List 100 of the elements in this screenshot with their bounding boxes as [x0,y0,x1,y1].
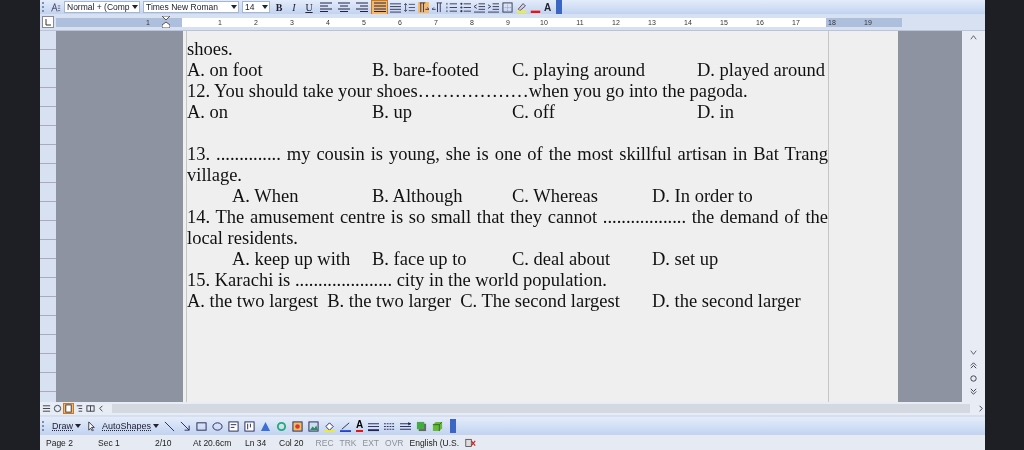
answer-option: C. off [512,102,697,123]
font-dropdown[interactable]: Times New Roman [143,1,239,13]
answer-option: A. on foot [187,60,372,81]
status-item: Page 2 [46,437,74,448]
answer-option: A. keep up with [232,249,372,270]
answer-option: D. played around [697,60,828,81]
caret-icon [153,423,160,429]
question-text: 15. Karachi is ..................... city in the world population. [187,270,608,291]
outline-view-icon[interactable] [75,404,84,413]
line-color-icon[interactable] [340,420,352,432]
ltr-icon[interactable] [418,1,429,13]
answer-option: C. playing around [512,60,697,81]
border-icon[interactable] [502,1,513,13]
increase-indent-icon[interactable] [488,1,499,13]
dash-style-icon[interactable] [384,420,396,432]
question-text: 14. The amusement centre is so small that they cannot .................. the demand of the local residents. [187,207,828,249]
draw-menu-button[interactable]: Draw [52,421,81,431]
clip-art-icon[interactable] [292,420,304,432]
text-box-icon[interactable] [228,420,240,432]
arrow-style-icon[interactable] [400,420,412,432]
font-size-dropdown[interactable]: 14 [242,1,270,13]
font-color-button[interactable]: A [356,420,364,432]
status-item: TRK [339,437,357,448]
font-color-button[interactable]: A [544,1,552,13]
style-dropdown[interactable]: Normal + (Comp [64,1,140,13]
status-item: 2/10 [155,437,173,448]
status-item: At 20.6cm [193,437,233,448]
pointer-icon[interactable] [86,420,97,432]
next-page-icon[interactable] [969,387,978,396]
answer-option: B. up [372,102,512,123]
previous-page-icon[interactable] [969,361,978,370]
status-item: Ln 34 [245,437,267,448]
bullet-list-icon[interactable] [460,1,471,13]
question-text: shoes. [187,39,234,60]
caret-icon [262,4,268,10]
status-item: Col 20 [279,437,304,448]
answer-option: D. In order to [652,186,828,207]
answer-option: D. in [697,102,828,123]
picture-icon[interactable] [308,420,320,432]
answer-option: A. on [187,102,372,123]
web-view-icon[interactable] [53,404,62,413]
toolbar-options-handle[interactable] [556,0,563,14]
align-right-button[interactable] [354,0,369,14]
status-item: EXT [362,437,380,448]
status-item: OVR [385,437,404,448]
answer-option: B. the two larger [327,291,452,312]
oval-icon[interactable] [212,420,224,432]
highlighter-icon[interactable] [516,1,527,13]
fill-color-icon[interactable] [324,420,336,432]
answer-option: D. the second larger [652,291,828,312]
scroll-right-icon[interactable] [976,404,985,413]
question-text: 12. You should take your shoes………………when you go into the pagoda. [187,81,749,102]
arrow-icon[interactable] [180,420,192,432]
align-center-button[interactable] [336,0,351,14]
align-left-button[interactable] [318,0,333,14]
vertical-text-box-icon[interactable] [244,420,256,432]
shadow-icon[interactable] [416,420,428,432]
answer-option: B. bare-footed [372,60,512,81]
caret-icon [231,4,237,10]
question-text: 13. .............. my cousin is young, she is one of the most skillful artisan in Bat Trang village. [187,144,828,186]
reading-view-icon[interactable] [86,404,95,413]
scroll-up-icon[interactable] [969,33,978,42]
answer-option: B. Although [372,186,512,207]
numbered-list-icon[interactable] [446,1,457,13]
spelling-status-icon[interactable] [465,437,477,448]
align-justify-button[interactable] [372,0,387,14]
tab-stop-icon[interactable] [42,16,54,28]
rtl-icon[interactable] [432,1,443,13]
browse-object-icon[interactable] [969,374,978,383]
caret-icon [132,4,138,10]
indent-marker-icon[interactable] [162,16,170,28]
answer-option: D. set up [652,249,828,270]
styles-icon[interactable] [50,1,61,13]
answer-option: C. deal about [512,249,652,270]
distributed-icon[interactable] [390,1,401,13]
normal-view-icon[interactable] [42,404,51,413]
rectangle-icon[interactable] [196,420,208,432]
toolbar-options-handle[interactable] [450,419,457,433]
caret-icon [75,423,81,429]
autoshapes-menu-button[interactable]: AutoShapes [102,421,160,431]
decrease-indent-icon[interactable] [474,1,485,13]
underline-button[interactable]: U [303,1,315,13]
line-style-icon[interactable] [368,420,380,432]
status-item: English (U.S. [409,437,460,448]
print-view-icon[interactable] [64,404,73,413]
bold-button[interactable]: B [273,1,285,13]
line-icon[interactable] [164,420,176,432]
scroll-left-icon[interactable] [97,404,106,413]
wordart-icon[interactable] [260,420,272,432]
3d-icon[interactable] [432,420,444,432]
vertical-scrollbar[interactable] [962,31,985,402]
scroll-down-icon[interactable] [969,348,978,357]
answer-option: A. the two largest [187,291,319,312]
answer-option: C. Whereas [512,186,652,207]
status-item: Sec 1 [98,437,121,448]
answer-option: B. face up to [372,249,512,270]
answer-option: A. When [232,186,372,207]
italic-button[interactable]: I [288,1,300,13]
line-spacing-icon[interactable] [404,1,415,13]
answer-option: C. The second largest [460,291,620,312]
